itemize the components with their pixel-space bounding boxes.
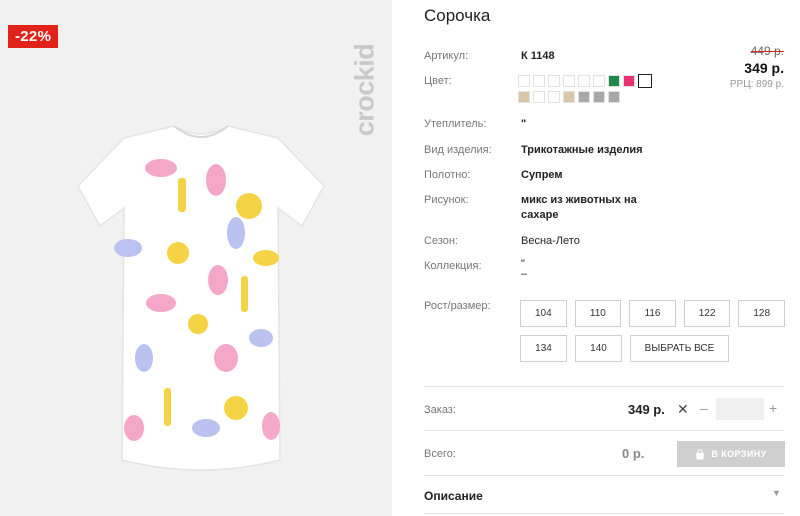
total-value: 0 р.	[622, 446, 645, 461]
old-price: 449 р.	[750, 44, 784, 58]
quantity-input[interactable]	[716, 398, 764, 420]
swatch-row	[518, 74, 668, 88]
size-button-104[interactable]: 104	[520, 300, 567, 327]
size-button-122[interactable]: 122	[683, 300, 731, 327]
article-value: К 1148	[521, 50, 555, 62]
size-button-140[interactable]: 140	[575, 335, 622, 362]
order-price: 349 р.	[628, 402, 665, 417]
color-swatch[interactable]	[593, 91, 605, 103]
color-label: Цвет:	[424, 75, 452, 87]
current-price: 349 р.	[744, 60, 784, 76]
size-row: 134 140 ВЫБРАТЬ ВСЕ	[520, 335, 785, 362]
color-swatch[interactable]	[548, 91, 560, 103]
color-swatch[interactable]	[578, 91, 590, 103]
add-to-cart-label: В КОРЗИНУ	[711, 449, 767, 459]
chevron-down-icon[interactable]: ▼	[772, 488, 781, 498]
color-swatch[interactable]	[608, 75, 620, 87]
order-label: Заказ:	[424, 404, 456, 416]
color-swatches	[518, 74, 668, 106]
quantity-plus-button[interactable]: +	[769, 400, 777, 416]
brand-logo: crockid	[350, 20, 380, 160]
insulation-value: "	[521, 118, 527, 130]
collection-label: Коллекция:	[424, 260, 482, 272]
product-image[interactable]: -22% crockid	[0, 0, 392, 516]
divider	[424, 513, 784, 514]
price-block: 449 р. 349 р. РРЦ: 899 р.	[730, 44, 784, 90]
total-label: Всего:	[424, 448, 456, 460]
select-all-sizes-button[interactable]: ВЫБРАТЬ ВСЕ	[630, 335, 729, 362]
size-button-110[interactable]: 110	[574, 300, 622, 327]
color-swatch[interactable]	[608, 91, 620, 103]
cart-bag-icon	[696, 448, 705, 459]
divider	[424, 430, 784, 431]
color-swatch[interactable]	[563, 75, 575, 87]
fabric-value: Супрем	[521, 169, 563, 181]
insulation-label: Утеплитель:	[424, 118, 487, 130]
nightgown-illustration	[77, 125, 325, 471]
color-swatch[interactable]	[593, 75, 605, 87]
article-label: Артикул:	[424, 50, 469, 62]
size-row: 104 110 116 122 128	[520, 300, 785, 327]
size-button-128[interactable]: 128	[738, 300, 785, 327]
swatch-row	[518, 91, 668, 103]
discount-badge: -22%	[8, 25, 59, 48]
size-selector: 104 110 116 122 128 134 140 ВЫБРАТЬ ВСЕ	[520, 300, 785, 370]
size-button-116[interactable]: 116	[629, 300, 676, 327]
add-to-cart-button[interactable]: В КОРЗИНУ	[677, 441, 785, 467]
size-label: Рост/размер:	[424, 300, 491, 312]
season-label: Сезон:	[424, 235, 458, 247]
color-swatch[interactable]	[533, 75, 545, 87]
divider	[424, 386, 784, 387]
color-swatch[interactable]	[623, 75, 635, 87]
type-label: Вид изделия:	[424, 144, 492, 156]
color-swatch[interactable]	[563, 91, 575, 103]
pattern-label: Рисунок:	[424, 194, 469, 206]
times-icon: ✕	[677, 401, 689, 417]
pattern-value-line1: микс из животных на	[521, 194, 637, 206]
color-swatch[interactable]	[533, 91, 545, 103]
pattern-value-line2: сахаре	[521, 209, 559, 221]
description-toggle[interactable]: Описание	[424, 489, 483, 503]
color-swatch[interactable]	[578, 75, 590, 87]
color-swatch[interactable]	[548, 75, 560, 87]
color-swatch[interactable]	[518, 91, 530, 103]
collection-value-line2: –	[521, 268, 528, 280]
fabric-label: Полотно:	[424, 169, 471, 181]
season-value: Весна-Лето	[521, 235, 580, 247]
size-button-134[interactable]: 134	[520, 335, 567, 362]
type-value: Трикотажные изделия	[521, 144, 643, 156]
color-swatch[interactable]	[518, 75, 530, 87]
brand-logo-text: crockid	[349, 43, 380, 137]
product-title: Сорочка	[424, 6, 491, 25]
quantity-minus-button[interactable]: –	[700, 400, 708, 416]
color-swatch[interactable]	[638, 74, 652, 88]
divider	[424, 475, 784, 476]
rrp-price: РРЦ: 899 р.	[729, 79, 784, 90]
